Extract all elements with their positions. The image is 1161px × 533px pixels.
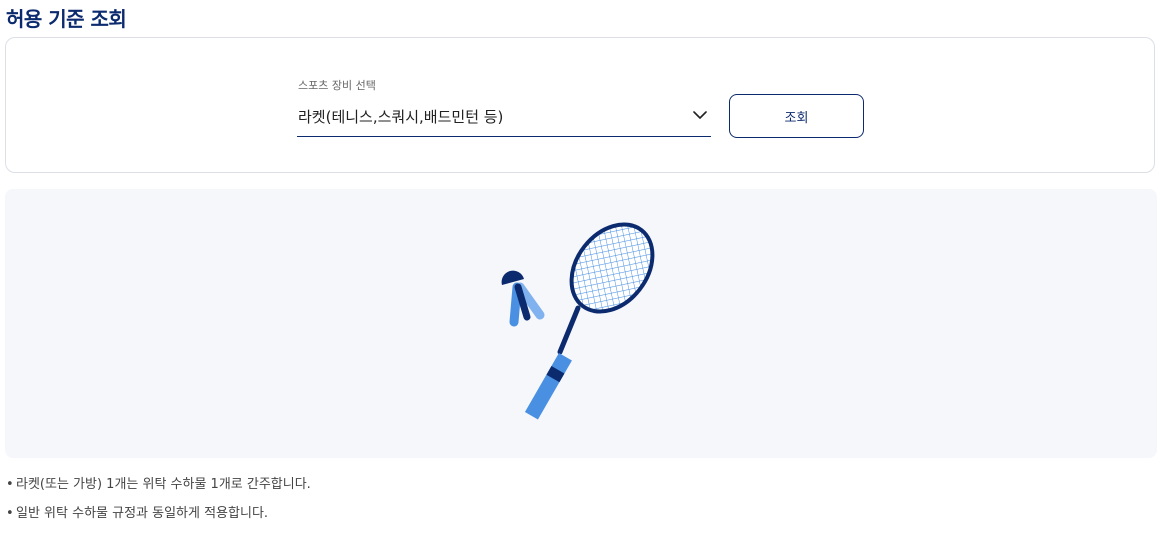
note-text: 일반 위탁 수하물 규정과 동일하게 적용합니다. xyxy=(16,506,269,521)
notes-list: • 라켓(또는 가방) 1개는 위탁 수하물 1개로 간주합니다. • 일반 위… xyxy=(6,475,311,533)
shuttlecock-icon xyxy=(501,270,545,327)
equipment-select[interactable]: 라켓(테니스,스쿼시,배드민턴 등) xyxy=(297,98,711,137)
search-panel: 스포츠 장비 선택 라켓(테니스,스쿼시,배드민턴 등) 조회 xyxy=(5,37,1155,173)
note-text: 라켓(또는 가방) 1개는 위탁 수하물 1개로 간주합니다. xyxy=(16,477,311,492)
badminton-illustration xyxy=(501,222,655,420)
bullet-icon: • xyxy=(6,477,14,492)
illustration-panel xyxy=(5,189,1157,458)
page-title: 허용 기준 조회 xyxy=(6,7,127,31)
equipment-select-label: 스포츠 장비 선택 xyxy=(298,79,376,92)
chevron-down-icon xyxy=(693,111,707,119)
racket-icon xyxy=(524,222,655,420)
search-button[interactable]: 조회 xyxy=(729,94,864,138)
equipment-select-value: 라켓(테니스,스쿼시,배드민턴 등) xyxy=(298,108,504,126)
note-item: • 라켓(또는 가방) 1개는 위탁 수하물 1개로 간주합니다. xyxy=(6,475,311,504)
bullet-icon: • xyxy=(6,506,14,521)
note-item: • 일반 위탁 수하물 규정과 동일하게 적용합니다. xyxy=(6,504,311,533)
